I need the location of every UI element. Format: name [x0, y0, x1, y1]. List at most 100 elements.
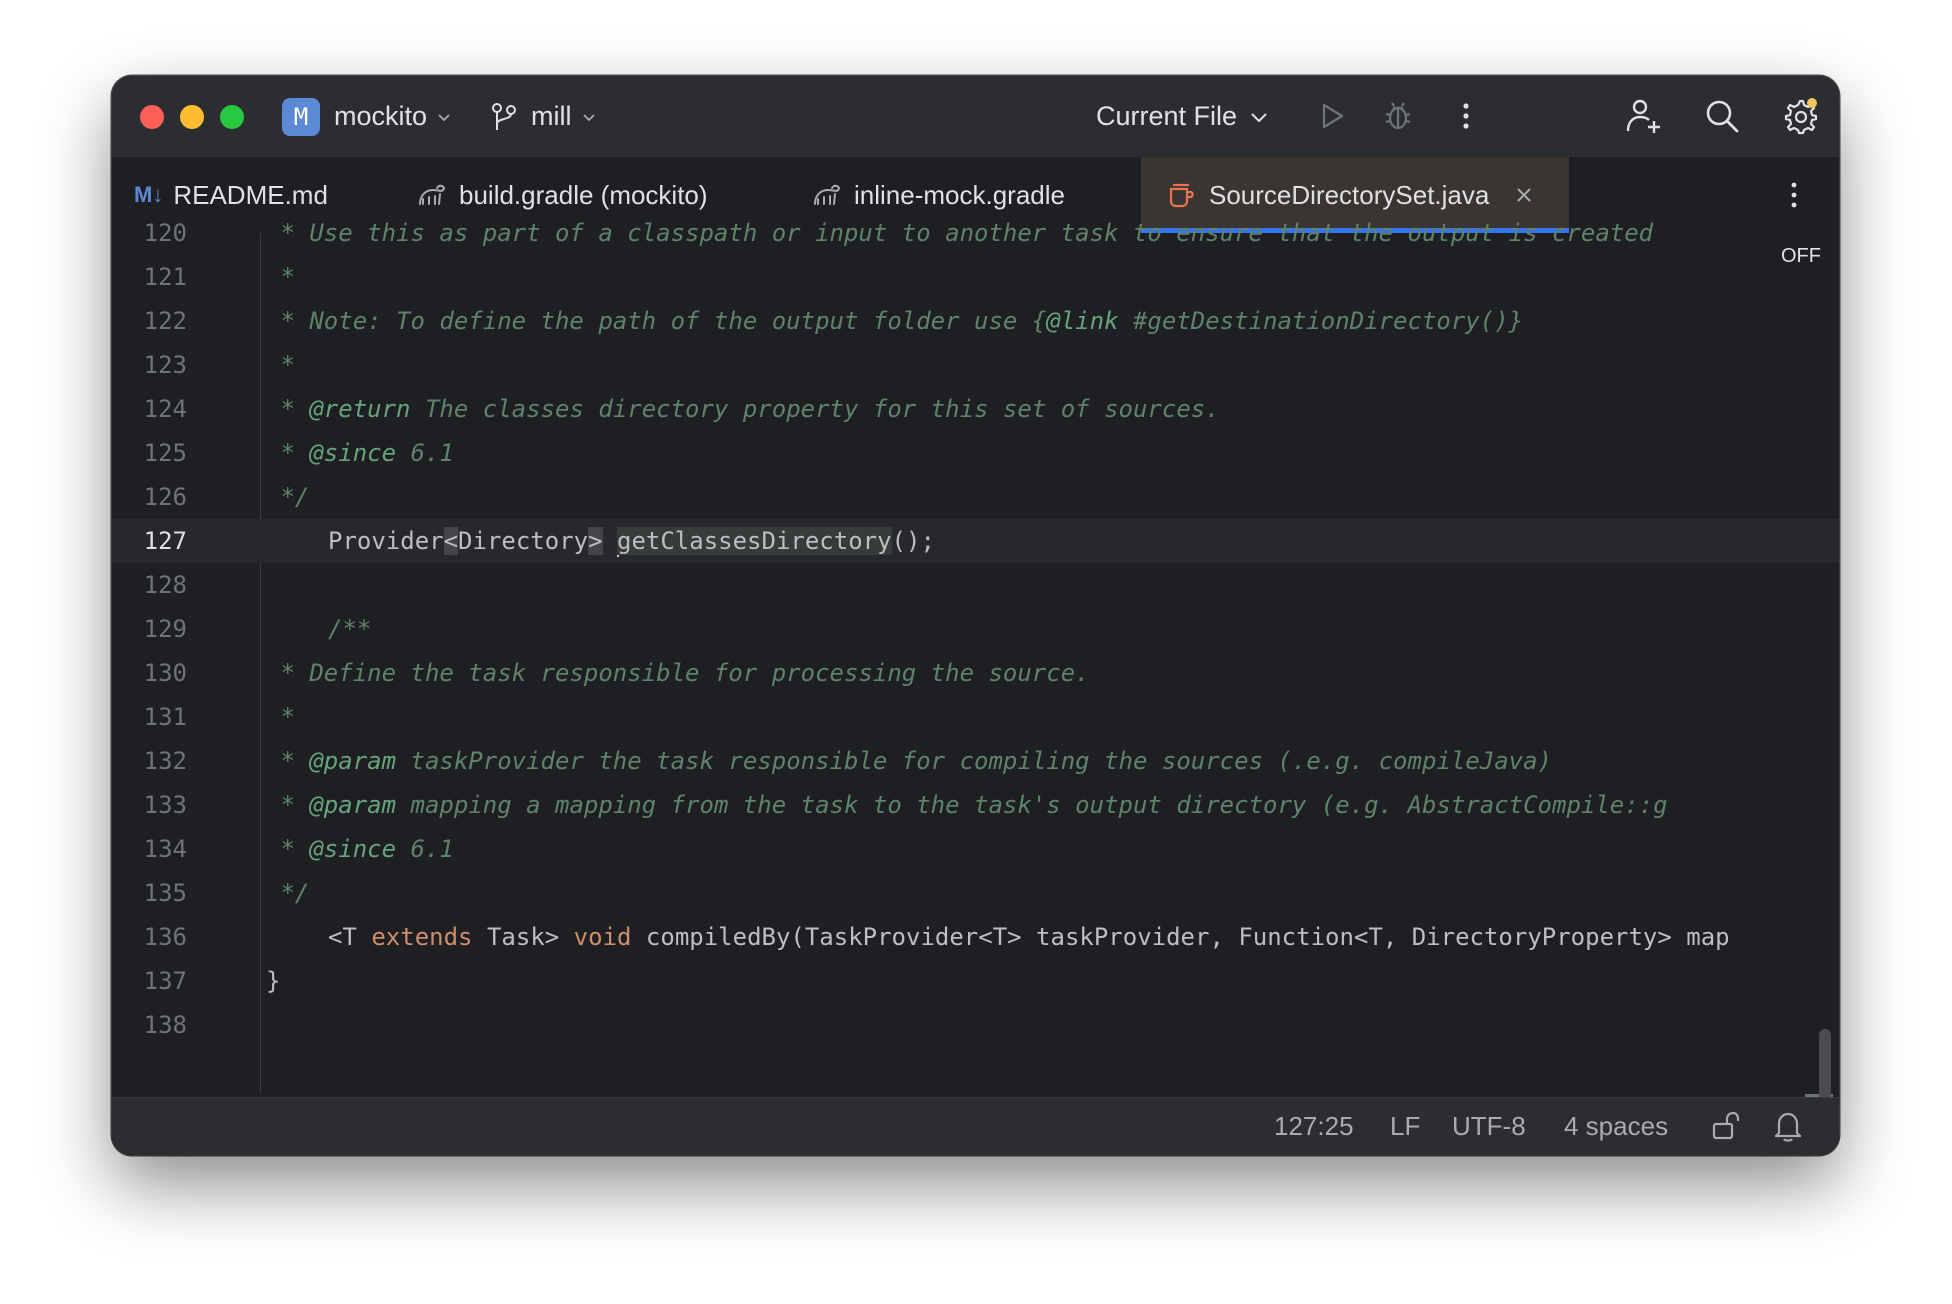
add-user-icon: [1626, 99, 1660, 133]
line-text: */: [266, 483, 310, 511]
gear-icon: [1784, 98, 1818, 135]
code-line: 138: [112, 1003, 1839, 1047]
line-number: 132: [143, 747, 187, 775]
line-separator[interactable]: LF: [1390, 1098, 1420, 1154]
code-with-me-button[interactable]: [1624, 96, 1664, 136]
tab-label: inline-mock.gradle: [854, 179, 1065, 210]
line-text: }: [266, 967, 281, 995]
close-tab-icon[interactable]: [1515, 186, 1533, 204]
chevron-down-icon: [438, 113, 450, 121]
search-icon: [1706, 100, 1739, 133]
line-number: 136: [143, 923, 187, 951]
line-number: 130: [143, 659, 187, 687]
line-text: *: [266, 703, 295, 731]
line-number: 121: [143, 263, 187, 291]
bug-icon: [1385, 102, 1411, 130]
read-only-toggle[interactable]: [1706, 1106, 1746, 1146]
line-number: 120: [143, 219, 187, 247]
run-config-label: Current File: [1096, 101, 1238, 131]
debug-button[interactable]: [1378, 96, 1418, 136]
code-line: 126 */: [112, 475, 1839, 519]
code-line: 133 * @param mapping a mapping from the …: [112, 783, 1839, 827]
more-actions-button[interactable]: [1446, 96, 1486, 136]
status-bar: 127:25 LF UTF-8 4 spaces: [112, 1097, 1839, 1155]
window-controls: [140, 104, 244, 129]
line-number: 134: [143, 835, 187, 863]
line-number: 138: [143, 1011, 187, 1039]
line-number: 122: [143, 307, 187, 335]
line-number: 133: [143, 791, 187, 819]
code-line: 131 *: [112, 695, 1839, 739]
line-number: 137: [143, 967, 187, 995]
notifications-button[interactable]: [1768, 1106, 1808, 1146]
line-number: 123: [143, 351, 187, 379]
indent-setting[interactable]: 4 spaces: [1564, 1098, 1668, 1154]
line-text: Provider<Directory> getClassesDirectory(…: [328, 527, 935, 557]
line-number: 128: [143, 571, 187, 599]
java-file-icon: [1169, 183, 1194, 208]
code-editor[interactable]: OFF 120 * Use this as part of a classpat…: [112, 219, 1839, 1155]
line-text: * @param mapping a mapping from the task…: [266, 791, 1668, 819]
code-line: 135 */: [112, 871, 1839, 915]
minimize-window-button[interactable]: [180, 104, 204, 129]
code-line: 132 * @param taskProvider the task respo…: [112, 739, 1839, 783]
line-text: * @param taskProvider the task responsib…: [266, 747, 1552, 775]
line-text: * Note: To define the path of the output…: [266, 307, 1524, 335]
line-number: 129: [143, 615, 187, 643]
markdown-icon: M↓: [134, 182, 164, 207]
line-text: * @since 6.1: [266, 835, 454, 863]
line-text: <T extends Task> void compiledBy(TaskPro…: [328, 923, 1730, 951]
line-number: 131: [143, 703, 187, 731]
code-line: 122 * Note: To define the path of the ou…: [112, 299, 1839, 343]
gradle-icon: [814, 184, 841, 205]
line-number: 126: [143, 483, 187, 511]
run-button[interactable]: [1312, 96, 1352, 136]
code-line: 125 * @since 6.1: [112, 431, 1839, 475]
line-text: /**: [328, 615, 372, 643]
gradle-icon: [419, 184, 446, 205]
title-bar: M mockito mill Current File: [112, 76, 1839, 157]
line-number: 124: [143, 395, 187, 423]
branch-name: mill: [531, 101, 572, 131]
branch-selector[interactable]: mill: [491, 101, 596, 132]
unlock-icon: [1712, 1111, 1740, 1140]
project-name: mockito: [334, 101, 428, 131]
code-line: 134 * @since 6.1: [112, 827, 1839, 871]
tab-label: README.md: [173, 179, 328, 210]
search-button[interactable]: [1702, 96, 1742, 136]
ide-window: M mockito mill Current File M↓ README.md…: [112, 76, 1839, 1155]
caret-position[interactable]: 127:25: [1274, 1098, 1354, 1154]
zoom-window-button[interactable]: [220, 104, 244, 129]
settings-button[interactable]: [1780, 96, 1820, 136]
code-line: 130 * Define the task responsible for pr…: [112, 651, 1839, 695]
more-vertical-icon: [1791, 182, 1797, 208]
tab-label: build.gradle (mockito): [459, 179, 708, 210]
code-line: 123 *: [112, 343, 1839, 387]
code-line: 120 * Use this as part of a classpath or…: [112, 211, 1839, 255]
current-code-line: 127 Provider<Directory> getClassesDirect…: [112, 519, 1839, 563]
line-text: * @return The classes directory property…: [266, 395, 1220, 423]
line-number: 127: [143, 527, 187, 555]
line-number: 125: [143, 439, 187, 467]
update-badge-icon: [1807, 98, 1817, 108]
line-text: * Define the task responsible for proces…: [266, 659, 1090, 687]
code-line: 129 /**: [112, 607, 1839, 651]
close-window-button[interactable]: [140, 104, 164, 129]
line-number: 135: [143, 879, 187, 907]
code-line: 137 }: [112, 959, 1839, 1003]
code-line: 124 * @return The classes directory prop…: [112, 387, 1839, 431]
code-line: 121 *: [112, 255, 1839, 299]
project-selector[interactable]: M mockito: [282, 97, 451, 136]
code-line: 128: [112, 563, 1839, 607]
line-text: * Use this as part of a classpath or inp…: [266, 219, 1654, 247]
play-icon: [1322, 103, 1344, 129]
bell-icon: [1774, 1112, 1802, 1142]
run-configuration-selector[interactable]: Current File: [1096, 76, 1269, 157]
chevron-down-icon: [1251, 112, 1267, 122]
line-text: * @since 6.1: [266, 439, 454, 467]
file-encoding[interactable]: UTF-8: [1452, 1098, 1526, 1154]
line-text: *: [266, 351, 295, 379]
branch-icon: [492, 102, 517, 130]
code-line: 136 <T extends Task> void compiledBy(Tas…: [112, 915, 1839, 959]
project-badge: M: [282, 97, 320, 136]
